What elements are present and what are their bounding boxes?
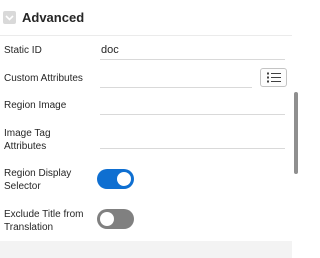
region-display-selector-toggle[interactable] [97, 169, 134, 189]
chevron-down-icon[interactable] [3, 11, 16, 24]
region-image-field[interactable] [100, 97, 285, 115]
image-tag-attributes-label-line2: Attributes [4, 141, 47, 152]
toggle-knob [100, 212, 114, 226]
custom-attributes-field[interactable] [100, 70, 252, 88]
region-display-selector-label-line1: Region Display [4, 168, 72, 179]
region-image-label: Region Image [4, 100, 67, 111]
next-section-band [0, 241, 292, 258]
region-display-selector-label-line2: Selector [4, 181, 41, 192]
static-id-label: Static ID [4, 45, 42, 56]
header-divider [0, 35, 292, 36]
custom-attributes-button[interactable] [260, 68, 287, 87]
custom-attributes-label: Custom Attributes [4, 73, 83, 84]
list-icon [266, 72, 281, 83]
advanced-panel: Advanced Static ID doc Custom Attributes… [0, 0, 292, 258]
exclude-title-toggle[interactable] [97, 209, 134, 229]
exclude-title-label-line2: Translation [4, 222, 54, 233]
toggle-knob [117, 172, 131, 186]
advanced-section-header[interactable]: Advanced [0, 0, 292, 36]
image-tag-attributes-label-line1: Image Tag [4, 128, 51, 139]
section-title: Advanced [22, 10, 85, 25]
exclude-title-label-line1: Exclude Title from [4, 209, 84, 220]
image-tag-attributes-field[interactable] [100, 131, 285, 149]
scrollbar-thumb[interactable] [294, 92, 298, 174]
static-id-field[interactable]: doc [100, 42, 285, 60]
